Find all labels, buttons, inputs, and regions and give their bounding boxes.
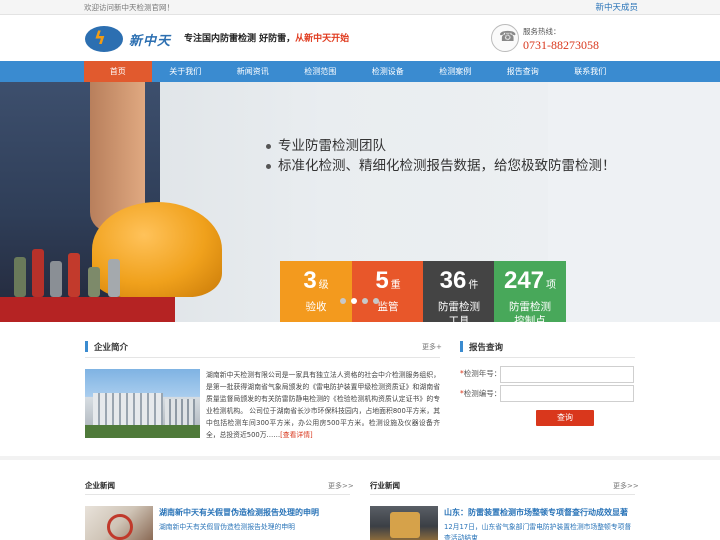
banner-bullet-1: 专业防雷检测团队 — [266, 134, 386, 154]
lightning-icon: ϟ — [94, 28, 106, 49]
carousel-dot[interactable] — [362, 298, 368, 304]
report-year-input[interactable] — [500, 366, 634, 383]
phone-icon: ☎ — [491, 24, 519, 52]
report-number-input[interactable] — [500, 385, 634, 402]
company-news-title: 企业新闻 — [85, 481, 115, 490]
company-building-image — [85, 369, 200, 438]
divider — [370, 494, 635, 495]
nav-item-equipment[interactable]: 检测设备 — [354, 61, 422, 82]
nav-item-home[interactable]: 首页 — [84, 61, 152, 82]
stat-block-acceptance: 3级 验收 — [280, 261, 352, 322]
company-news-more-link[interactable]: 更多>> — [328, 481, 354, 491]
carousel-dot[interactable] — [340, 298, 346, 304]
stat-block-tools: 36 件 防雷检测 工具 — [423, 261, 495, 322]
nav-item-report[interactable]: 报告查询 — [489, 61, 557, 82]
banner-side-panel — [548, 82, 720, 322]
stat-block-supervision: 5重 监管 — [352, 261, 424, 322]
divider — [85, 494, 350, 495]
report-query-title: 报告查询 — [469, 343, 504, 353]
divider — [85, 357, 440, 358]
industry-news-headline[interactable]: 山东：防雷装置检测市场整顿专项督查行动成效显著 — [444, 507, 628, 518]
tool-belt-image — [8, 242, 138, 297]
site-logo[interactable]: ϟ 新中天 — [85, 26, 175, 54]
company-news-thumbnail[interactable] — [85, 506, 153, 540]
view-detail-link[interactable]: [查看详情] — [280, 431, 313, 439]
slogan-highlight: 从新中天开始 — [295, 34, 350, 44]
logo-name: 新中天 — [129, 34, 172, 49]
industry-news-more-link[interactable]: 更多>> — [613, 481, 639, 491]
hero-banner[interactable]: 专业防雷检测团队 标准化检测、精细化检测报告数据，给您极致防雷检测！ 3级 验收… — [0, 82, 720, 322]
top-bar: 欢迎访问新中天检测官网！ 新中天成员 — [0, 0, 720, 15]
nav-item-about[interactable]: 关于我们 — [152, 61, 220, 82]
industry-news-thumbnail[interactable] — [370, 506, 438, 540]
number-label: *检测编号： — [460, 389, 502, 398]
query-button[interactable]: 查询 — [536, 410, 594, 426]
nav-item-news[interactable]: 新闻资讯 — [219, 61, 287, 82]
hotline-number: 0731-88273058 — [523, 38, 599, 52]
nav-item-cases[interactable]: 检测案例 — [422, 61, 490, 82]
banner-bullet-2: 标准化检测、精细化检测报告数据，给您极致防雷检测！ — [266, 154, 616, 174]
carousel-dots — [340, 298, 384, 304]
stat-block-control-points: 247 项 防雷检测 控制点 — [494, 261, 566, 322]
member-link[interactable]: 新中天成员 — [595, 1, 638, 13]
nav-item-scope[interactable]: 检测范围 — [287, 61, 355, 82]
slogan-main: 专注国内防雷检测 好防雷， — [184, 34, 296, 44]
main-nav: 首页 关于我们 新闻资讯 检测范围 检测设备 检测案例 报告查询 联系我们 — [0, 61, 720, 82]
tool-belt-strap — [0, 297, 175, 322]
site-header: ϟ 新中天 专注国内防雷检测 好防雷，从新中天开始 ☎ 服务热线： 0731-8… — [0, 15, 720, 61]
year-label: *检测年号： — [460, 369, 502, 378]
company-intro-title: 企业简介 — [94, 343, 129, 353]
company-intro-text: 湖南新中天检测有限公司是一家具有独立法人资格的社会中介检测服务组织，是第一批获得… — [206, 371, 440, 439]
company-more-link[interactable]: 更多+ — [422, 342, 442, 352]
industry-news-title: 行业新闻 — [370, 481, 400, 490]
divider — [460, 357, 635, 358]
slogan: 专注国内防雷检测 好防雷，从新中天开始 — [184, 31, 349, 44]
hotline-label: 服务热线： — [523, 27, 561, 36]
carousel-dot-active[interactable] — [351, 298, 357, 304]
carousel-dot[interactable] — [373, 298, 379, 304]
industry-news-summary: 12月17日，山东省气象部门雷电防护装置检测市场整顿专项督查活动结束 — [444, 523, 632, 540]
company-news-summary: 湖南新中天有关假冒伪造检测报告处理的申明 — [159, 523, 295, 531]
nav-item-contact[interactable]: 联系我们 — [557, 61, 625, 82]
welcome-text: 欢迎访问新中天检测官网！ — [84, 3, 174, 12]
company-news-headline[interactable]: 湖南新中天有关假冒伪造检测报告处理的申明 — [159, 507, 319, 518]
